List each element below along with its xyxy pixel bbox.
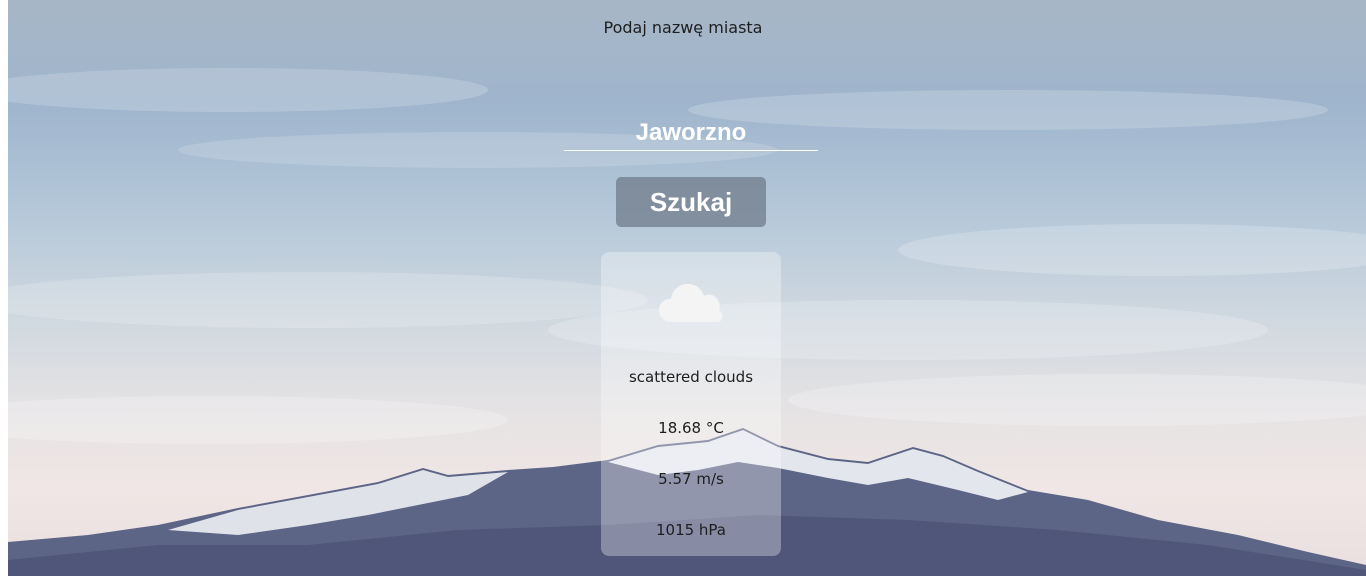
- wind-speed-value: 5.57 m/s: [658, 470, 724, 488]
- pressure-value: 1015 hPa: [655, 521, 726, 539]
- city-input[interactable]: [564, 116, 818, 151]
- search-button[interactable]: Szukaj: [616, 177, 766, 227]
- cloud-icon: [659, 284, 723, 322]
- weather-description: scattered clouds: [628, 368, 754, 386]
- temperature-value: 18.68 °C: [658, 419, 724, 437]
- weather-card: scattered clouds 18.68 °C 5.57 m/s 1015 …: [601, 252, 781, 556]
- page-margin: [0, 0, 8, 576]
- page-prompt: Podaj nazwę miasta: [603, 18, 763, 37]
